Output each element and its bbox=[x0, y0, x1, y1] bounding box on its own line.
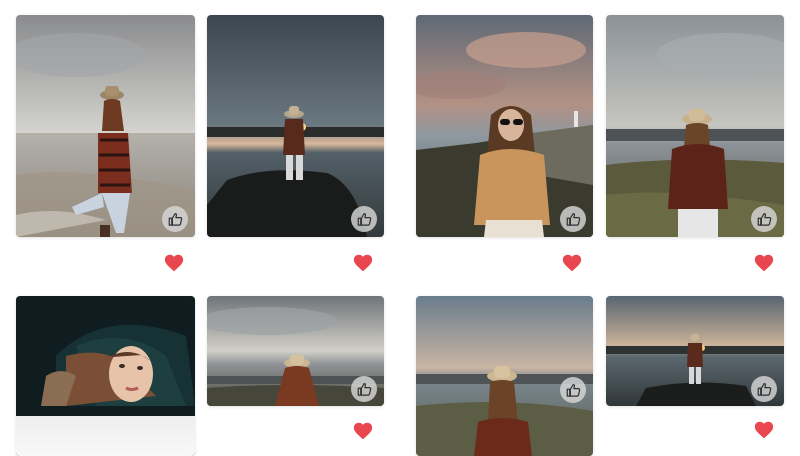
photo-image bbox=[416, 296, 593, 456]
like-button[interactable] bbox=[162, 206, 188, 232]
like-button[interactable] bbox=[751, 376, 777, 402]
thumbs-up-icon bbox=[757, 382, 772, 397]
like-button[interactable] bbox=[351, 206, 377, 232]
photo-card-1[interactable] bbox=[16, 15, 195, 237]
heart-icon[interactable] bbox=[353, 422, 373, 440]
like-button[interactable] bbox=[751, 206, 777, 232]
photo-image bbox=[207, 15, 384, 237]
photo-card-2[interactable] bbox=[207, 15, 384, 237]
heart-icon[interactable] bbox=[754, 421, 774, 439]
thumbs-up-icon bbox=[168, 212, 183, 227]
like-button[interactable] bbox=[560, 206, 586, 232]
heart-icon[interactable] bbox=[353, 254, 373, 272]
thumbs-up-icon bbox=[757, 212, 772, 227]
heart-icon[interactable] bbox=[164, 254, 184, 272]
like-button[interactable] bbox=[560, 377, 586, 403]
like-button[interactable] bbox=[351, 376, 377, 402]
thumbs-up-icon bbox=[566, 383, 581, 398]
photo-image bbox=[606, 15, 784, 237]
photo-card-4[interactable] bbox=[606, 15, 784, 237]
heart-icon[interactable] bbox=[562, 254, 582, 272]
photo-card-5[interactable] bbox=[16, 296, 195, 456]
photo-image bbox=[416, 15, 593, 237]
thumbs-up-icon bbox=[357, 212, 372, 227]
photo-card-7[interactable] bbox=[416, 296, 593, 456]
photo-lower-area bbox=[16, 416, 195, 456]
photo-card-3[interactable] bbox=[416, 15, 593, 237]
thumbs-up-icon bbox=[357, 382, 372, 397]
photo-card-6[interactable] bbox=[207, 296, 384, 406]
heart-icon[interactable] bbox=[754, 254, 774, 272]
photo-image bbox=[16, 15, 195, 237]
photo-card-8[interactable] bbox=[606, 296, 784, 406]
thumbs-up-icon bbox=[566, 212, 581, 227]
